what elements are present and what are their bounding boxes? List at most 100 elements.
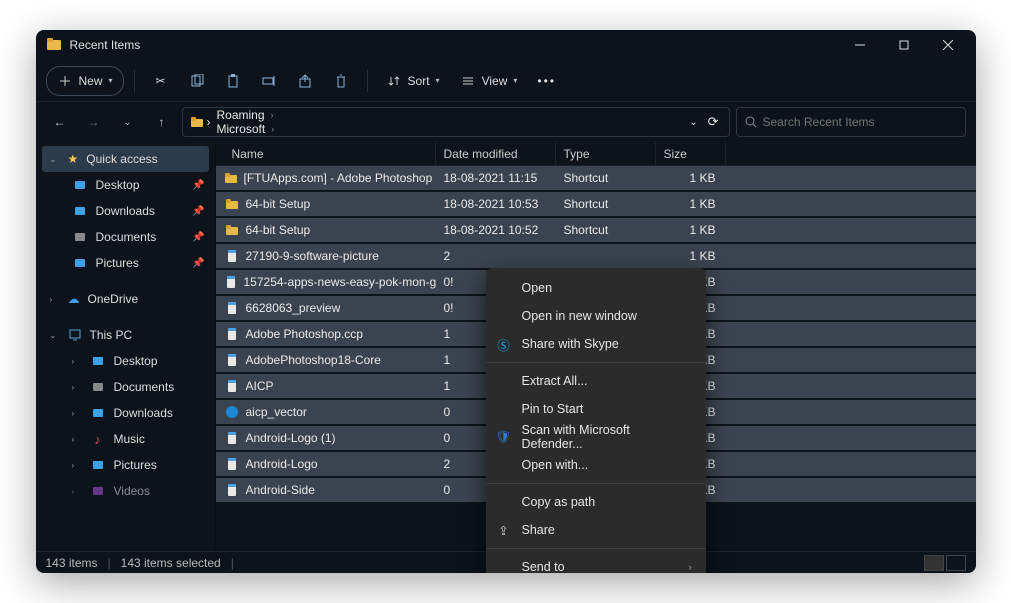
file-row[interactable]: 27190-9-software-picture21 KB [216,244,976,268]
breadcrumb-item[interactable]: Microsoft› [213,122,292,136]
file-name: 64-bit Setup [246,197,311,211]
file-name: AdobePhotoshop18-Core [246,353,381,367]
status-items: 143 items [46,556,98,570]
menu-share-with-skype[interactable]: ⓈShare with Skype [486,330,706,358]
explorer-window: Recent Items New ▾ ✂ Sort ▾ View ▾ ••• [36,30,976,573]
file-size: 1 KB [656,171,726,185]
delete-button[interactable] [325,66,357,96]
menu-copy-as-path[interactable]: Copy as path [486,488,706,516]
trash-icon [333,73,349,89]
menu-open[interactable]: Open [486,274,706,302]
file-size: 1 KB [656,197,726,211]
file-name: aicp_vector [246,405,307,419]
view-details-button[interactable] [924,555,944,571]
chevron-down-icon[interactable]: ⌄ [689,117,697,128]
paste-button[interactable] [217,66,249,96]
sidebar-item-downloads[interactable]: ›Downloads [36,400,215,426]
search-icon [745,116,757,128]
file-row[interactable]: 64-bit Setup18-08-2021 10:53Shortcut1 KB [216,192,976,216]
file-icon [224,222,240,238]
back-button[interactable]: ← [46,108,74,136]
star-icon: ★ [68,152,79,166]
refresh-button[interactable]: ⟳ [708,114,719,130]
maximize-button[interactable] [882,30,926,60]
sort-button[interactable]: Sort ▾ [378,66,448,96]
share-button[interactable] [289,66,321,96]
chevron-down-icon: ⌄ [50,331,60,340]
scissors-icon: ✂ [153,73,169,89]
chevron-right-icon: › [269,124,276,134]
file-type: Shortcut [556,171,656,185]
menu-open-in-new-window[interactable]: Open in new window [486,302,706,330]
forward-button[interactable]: → [80,108,108,136]
new-button[interactable]: New ▾ [46,66,124,96]
sidebar-item-pictures[interactable]: ›Pictures [36,452,215,478]
close-button[interactable] [926,30,970,60]
sidebar-this-pc[interactable]: ⌄ This PC [36,322,215,348]
pin-icon: 📌 [192,232,204,243]
menu-extract-all-[interactable]: Extract All... [486,367,706,395]
file-icon [224,196,240,212]
skype-icon: Ⓢ [496,336,512,352]
more-button[interactable]: ••• [529,66,564,96]
sidebar-item-documents[interactable]: ›Documents [36,374,215,400]
downloads-icon [72,203,88,219]
copy-button[interactable] [181,66,213,96]
view-large-button[interactable] [946,555,966,571]
sidebar-item-videos[interactable]: ›Videos [36,478,215,504]
col-type[interactable]: Type [556,142,656,165]
file-icon [224,378,240,394]
sidebar-item-downloads[interactable]: Downloads📌 [36,198,215,224]
search-box[interactable] [736,107,966,137]
shield-icon: 🛡 [496,429,512,445]
breadcrumb-item[interactable]: Windows› [213,136,292,137]
chevron-right-icon: › [72,357,82,366]
file-row[interactable]: [FTUApps.com] - Adobe Photoshop 2020...1… [216,166,976,190]
chevron-down-icon: ▾ [109,76,113,85]
column-headers[interactable]: Name Date modified Type Size [216,142,976,166]
sidebar-item-desktop[interactable]: Desktop📌 [36,172,215,198]
ellipsis-icon: ••• [537,74,556,88]
menu-send-to[interactable]: Send to› [486,553,706,573]
chevron-down-icon: ▾ [513,76,517,85]
file-size: 1 KB [656,223,726,237]
minimize-button[interactable] [838,30,882,60]
chevron-right-icon: › [72,487,82,496]
address-row: ← → ⌄ ↑ › Ozias›AppData›Roaming›Microsof… [36,102,976,142]
menu-scan-with-microsoft-defender-[interactable]: 🛡Scan with Microsoft Defender... [486,423,706,451]
address-bar[interactable]: › Ozias›AppData›Roaming›Microsoft›Window… [182,107,730,137]
breadcrumb-item[interactable]: Roaming› [213,108,292,122]
chevron-right-icon: › [72,461,82,470]
context-menu: OpenOpen in new windowⓈShare with Skype E… [486,268,706,573]
pictures-icon [90,457,106,473]
file-name: 157254-apps-news-easy-pok-mon-go-sp... [244,275,436,289]
up-button[interactable]: ↑ [148,108,176,136]
sidebar-item-documents[interactable]: Documents📌 [36,224,215,250]
file-icon [224,430,240,446]
search-input[interactable] [763,115,957,129]
cut-button[interactable]: ✂ [145,66,177,96]
rename-button[interactable] [253,66,285,96]
view-icon [460,73,476,89]
view-button[interactable]: View ▾ [452,66,526,96]
sidebar-item-pictures[interactable]: Pictures📌 [36,250,215,276]
view-label: View [482,74,508,88]
file-row[interactable]: 64-bit Setup18-08-2021 10:52Shortcut1 KB [216,218,976,242]
sidebar-item-music[interactable]: ›♪Music [36,426,215,452]
file-icon [224,248,240,264]
sidebar-quick-access[interactable]: ⌄ ★ Quick access [42,146,209,172]
menu-open-with-[interactable]: Open with... [486,451,706,479]
menu-pin-to-start[interactable]: Pin to Start [486,395,706,423]
file-name: Android-Logo [246,457,318,471]
recent-dropdown[interactable]: ⌄ [114,108,142,136]
sidebar-onedrive[interactable]: › ☁ OneDrive [36,286,215,312]
toolbar: New ▾ ✂ Sort ▾ View ▾ ••• [36,60,976,102]
menu-share[interactable]: ⇪Share [486,516,706,544]
desktop-icon [90,353,106,369]
videos-icon [90,483,106,499]
col-date[interactable]: Date modified [436,142,556,165]
share-icon: ⇪ [496,522,512,538]
col-size[interactable]: Size [656,142,726,165]
col-name[interactable]: Name [216,142,436,165]
sidebar-item-desktop[interactable]: ›Desktop [36,348,215,374]
